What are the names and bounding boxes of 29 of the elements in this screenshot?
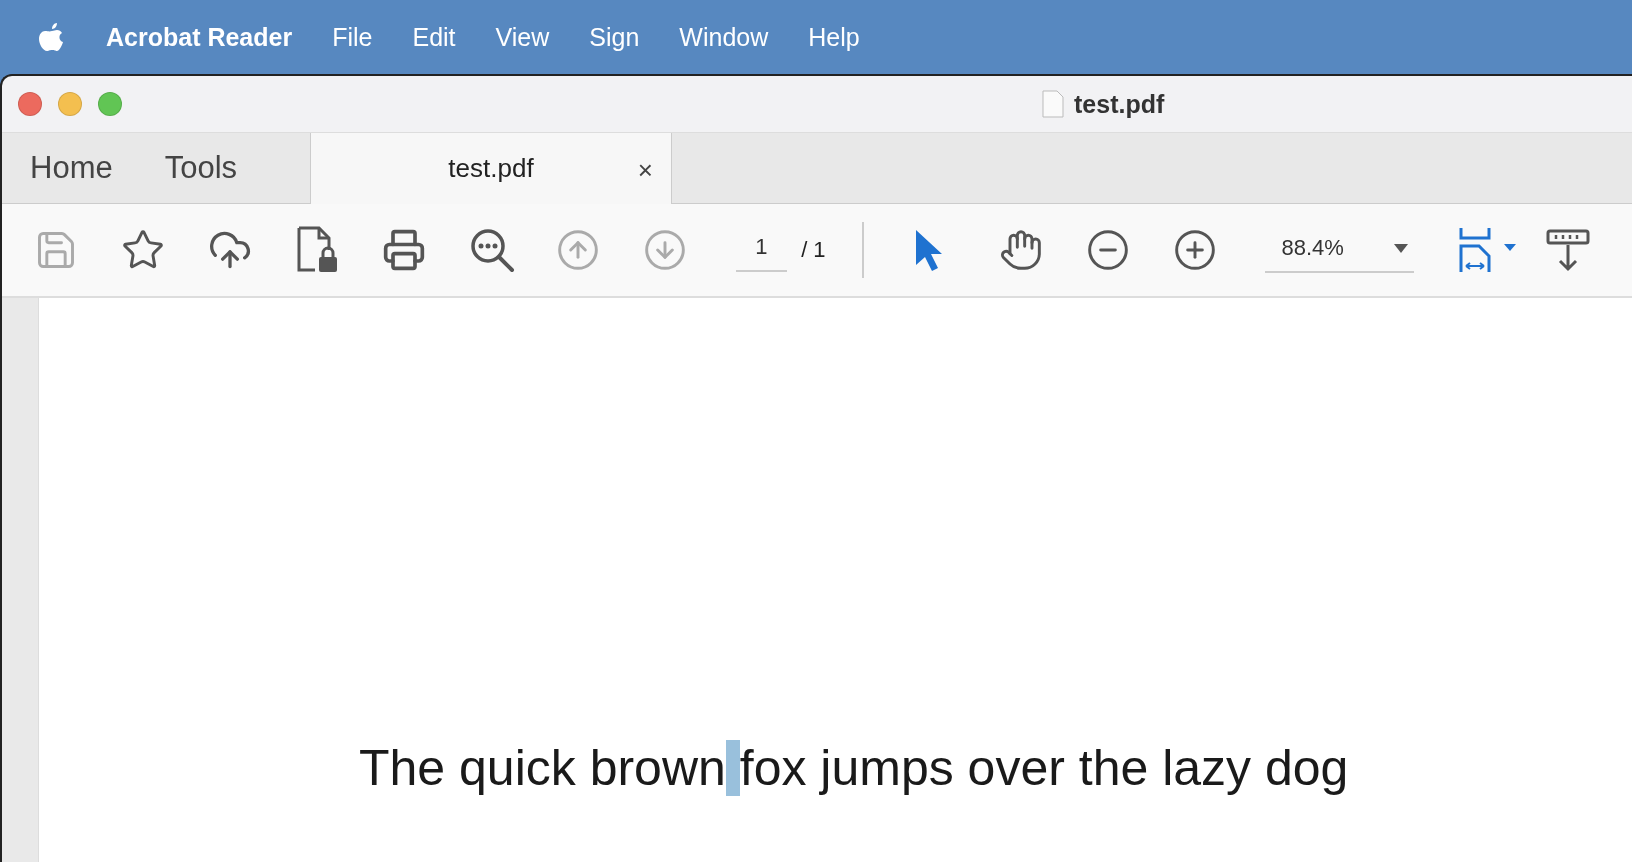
menu-item[interactable]: Help — [808, 22, 860, 52]
page-number-field[interactable]: 1 — [735, 228, 788, 272]
menu-item[interactable]: View — [495, 22, 550, 52]
menu-item[interactable]: Sign — [589, 22, 640, 52]
hand-icon — [998, 228, 1043, 272]
apple-logo-icon[interactable] — [38, 21, 66, 53]
document-text: The quick brown fox jumps over the lazy dog — [359, 739, 1349, 798]
arrow-down-circle-icon — [642, 228, 687, 272]
close-window-button[interactable] — [18, 92, 42, 116]
menu-item[interactable]: Edit — [412, 22, 456, 52]
caret-icon — [1394, 243, 1408, 253]
nav-tab[interactable]: Home — [30, 150, 113, 186]
menu-item[interactable]: File — [332, 22, 373, 52]
search-icon — [468, 227, 515, 273]
printer-icon — [381, 228, 426, 272]
window-title: test.pdf — [1074, 89, 1165, 119]
zoom-in-icon — [1172, 228, 1217, 272]
page-total: / 1 — [801, 237, 826, 263]
nav-tab[interactable]: Tools — [164, 150, 238, 186]
ruler-download-icon — [1544, 227, 1591, 273]
close-tab-button[interactable]: × — [633, 155, 657, 186]
document-icon — [1042, 90, 1064, 118]
arrow-up-circle-icon — [555, 228, 600, 272]
zoom-dropdown[interactable]: 88.4% — [1265, 227, 1414, 273]
document-tab[interactable]: test.pdf × — [311, 133, 672, 204]
tab-title: test.pdf — [448, 153, 534, 184]
zoom-out-icon — [1085, 228, 1130, 272]
menu-item[interactable]: Window — [679, 22, 769, 52]
app-menu[interactable]: Acrobat Reader — [106, 22, 293, 52]
